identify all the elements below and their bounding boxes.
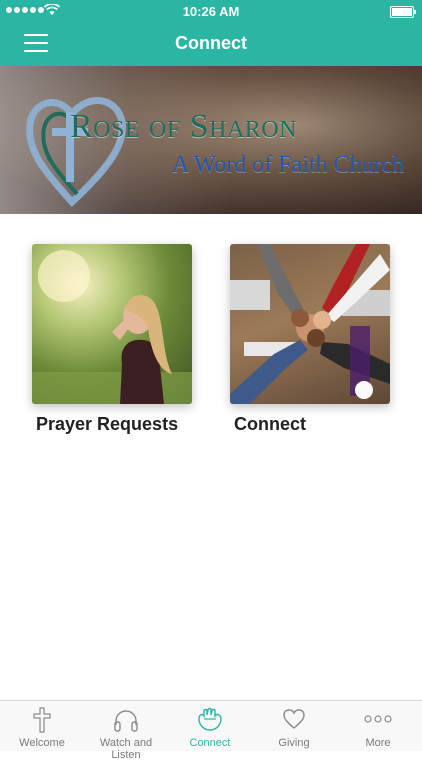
prayer-requests-card[interactable]: Prayer Requests [32,244,192,435]
tab-more-label: More [365,737,391,749]
tab-watch-and-listen-label: Watch and Listen [99,737,153,761]
tab-more[interactable]: More [336,701,420,751]
church-name: Rose of Sharon [70,108,297,145]
status-time: 10:26 AM [182,4,240,19]
more-icon [364,715,392,723]
prayer-requests-label: Prayer Requests [36,414,179,434]
battery-icon [390,6,416,18]
headphones-icon [114,710,138,732]
tab-giving[interactable]: Giving [252,701,336,751]
tab-connect-label: Connect [189,737,231,749]
connect-card[interactable]: Connect [230,244,390,435]
church-banner: Rose of Sharon A Word of Faith Church [0,66,422,214]
tab-welcome-label: Welcome [19,737,65,749]
hands-icon [198,707,222,731]
heart-cross-logo-icon [26,97,126,207]
status-bar: 10:26 AM [0,0,422,22]
page-title: Connect [175,33,247,53]
navigation-bar: Connect [0,22,422,66]
prayer-requests-image [32,244,192,404]
connect-image [230,244,390,404]
tab-welcome[interactable]: Welcome [0,701,84,751]
tab-connect[interactable]: Connect [168,701,252,751]
connect-label: Connect [234,414,306,434]
tab-giving-label: Giving [278,737,310,749]
church-tagline: A Word of Faith Church [172,152,405,178]
tab-watch-and-listen[interactable]: Watch and Listen [84,701,168,761]
tab-bar: Welcome Watch and Listen Connect Giving [0,700,422,761]
cross-icon [33,707,51,733]
heart-icon [283,709,305,729]
